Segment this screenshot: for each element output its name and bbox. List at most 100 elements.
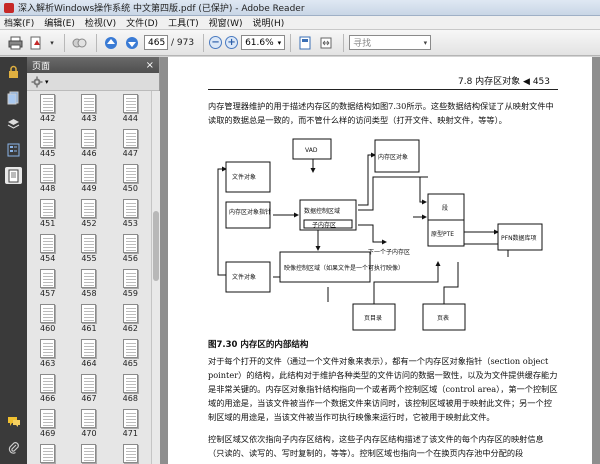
box-section-object: 内存区对象 (374, 139, 420, 173)
box-segment: 段 (427, 193, 465, 221)
gear-icon[interactable] (31, 76, 43, 88)
page-thumbnail[interactable]: 465 (115, 339, 145, 371)
page-thumbnail[interactable]: 456 (115, 234, 145, 266)
thumbnail-image (122, 304, 138, 323)
menu-help[interactable]: 说明(H) (253, 16, 285, 29)
page-thumbnail[interactable]: 458 (74, 269, 104, 301)
page-thumbnail[interactable]: 453 (115, 199, 145, 231)
page-thumbnail[interactable]: 464 (74, 339, 104, 371)
page-thumbnail[interactable]: 444 (115, 94, 145, 126)
next-page-icon[interactable] (123, 34, 141, 52)
zoom-select[interactable]: 61.6% ▾ (241, 35, 286, 50)
page-thumbnail[interactable]: 447 (115, 129, 145, 161)
thumbnail-page-number: 450 (122, 184, 138, 193)
thumbnail-page-number: 463 (40, 359, 56, 368)
thumbnail-row: 442 443 444 (27, 91, 151, 126)
paragraph-section-pointer: 对于每个打开的文件（通过一个文件对象来表示），都有一个内存区对象指针（secti… (208, 356, 558, 422)
thumbnail-image (122, 269, 138, 288)
thumbnail-image (81, 409, 97, 428)
page-thumbnail[interactable]: 443 (74, 94, 104, 126)
collaborate-icon[interactable] (70, 34, 88, 52)
thumbnail-page-number: 460 (40, 324, 56, 333)
page-thumbnail[interactable]: 445 (33, 129, 63, 161)
thumbnail-page-number: 451 (40, 219, 56, 228)
thumbnail-image (122, 164, 138, 183)
box-vad: VAD (292, 138, 332, 160)
svg-text:PFN数据库项: PFN数据库项 (501, 234, 537, 242)
page-thumbnail[interactable]: 473 (74, 444, 104, 464)
header-rule (208, 89, 558, 90)
close-icon[interactable]: × (146, 60, 154, 71)
thumbnail-page-number: 457 (40, 289, 56, 298)
page-thumbnail[interactable]: 450 (115, 164, 145, 196)
pages-icon[interactable] (5, 89, 22, 106)
search-input[interactable]: 寻找 ▾ (349, 35, 432, 50)
page-thumbnail[interactable]: 459 (115, 269, 145, 301)
panel-header: 页面 × (27, 57, 159, 73)
create-pdf-icon[interactable] (27, 34, 45, 52)
thumbnail-row: 457 458 459 (27, 266, 151, 301)
scrollbar-handle[interactable] (153, 211, 159, 281)
bookmarks-icon[interactable] (5, 141, 22, 158)
thumbnail-image (81, 269, 97, 288)
menu-file[interactable]: 档案(F) (4, 16, 34, 29)
page-thumbnail[interactable]: 470 (74, 409, 104, 441)
comments-icon[interactable] (5, 413, 22, 430)
zoom-value: 61.6% (245, 37, 274, 48)
page-thumbnail[interactable]: 460 (33, 304, 63, 336)
title-bar: 深入解析Windows操作系统 中文第四版.pdf (已保护) - Adobe … (0, 0, 600, 16)
svg-text:页目录: 页目录 (364, 314, 382, 322)
page-thumbnail[interactable]: 463 (33, 339, 63, 371)
thumbnail-row: 448 449 450 (27, 161, 151, 196)
menu-view[interactable]: 检视(V) (85, 16, 116, 29)
menu-edit[interactable]: 编辑(E) (44, 16, 75, 29)
page-thumbnail[interactable]: 474 (115, 444, 145, 464)
menu-document[interactable]: 文件(D) (126, 16, 158, 29)
thumbnail-page-number: 456 (122, 254, 138, 263)
fit-width-icon[interactable] (317, 34, 335, 52)
page-thumbnail[interactable]: 457 (33, 269, 63, 301)
zoom-in-icon[interactable]: + (225, 36, 239, 49)
box-file-object-1: 文件对象 (225, 161, 271, 193)
panel-toolbar: ▾ (27, 73, 159, 91)
page-thumbnail[interactable]: 449 (74, 164, 104, 196)
layers-icon[interactable] (5, 115, 22, 132)
page-thumbnail[interactable]: 467 (74, 374, 104, 406)
page-thumbnail[interactable]: 468 (115, 374, 145, 406)
page-thumbnail[interactable]: 471 (115, 409, 145, 441)
page-thumbnail[interactable]: 454 (33, 234, 63, 266)
page-thumbnail[interactable]: 469 (33, 409, 63, 441)
zoom-out-icon[interactable]: − (209, 36, 223, 49)
box-control-area: 数据控制区域 子内存区 (299, 199, 357, 231)
figure-caption: 图7.30 内存区的内部结构 (208, 340, 309, 350)
print-icon[interactable] (6, 34, 24, 52)
page-thumbnail[interactable]: 466 (33, 374, 63, 406)
thumbnail-image (81, 444, 97, 463)
previous-page-icon[interactable] (102, 34, 120, 52)
fit-page-icon[interactable] (296, 34, 314, 52)
box-page-directory: 页目录 (352, 303, 396, 331)
page-thumbnails-icon[interactable] (5, 167, 22, 184)
page-thumbnail[interactable]: 448 (33, 164, 63, 196)
thumbnail-image (122, 444, 138, 463)
page-thumbnail[interactable]: 452 (74, 199, 104, 231)
page-thumbnail[interactable]: 451 (33, 199, 63, 231)
thumbnail-scrollbar[interactable] (151, 91, 160, 464)
thumbnail-page-number: 444 (122, 114, 138, 123)
page-thumbnail[interactable]: 462 (115, 304, 145, 336)
thumbnail-image (40, 339, 56, 358)
document-area[interactable]: 7.8 内存区对象 ◀ 453 内存管理器维护的用于描述内存区的数据结构如图7.… (160, 57, 600, 464)
page-thumbnail[interactable]: 446 (74, 129, 104, 161)
options-chevron[interactable]: ▾ (45, 78, 49, 86)
page-thumbnail[interactable]: 442 (33, 94, 63, 126)
page-thumbnail[interactable]: 455 (74, 234, 104, 266)
page-thumbnail[interactable]: 472 (33, 444, 63, 464)
attachments-icon[interactable] (5, 439, 22, 456)
page-number-input[interactable]: 465 (144, 35, 168, 50)
page-thumbnail[interactable]: 461 (74, 304, 104, 336)
lock-icon[interactable] (5, 63, 22, 80)
menu-tools[interactable]: 工具(T) (168, 16, 199, 29)
chevron-down-icon[interactable]: ▾ (48, 34, 56, 52)
thumbnail-row: 445 446 447 (27, 126, 151, 161)
menu-window[interactable]: 视窗(W) (209, 16, 243, 29)
